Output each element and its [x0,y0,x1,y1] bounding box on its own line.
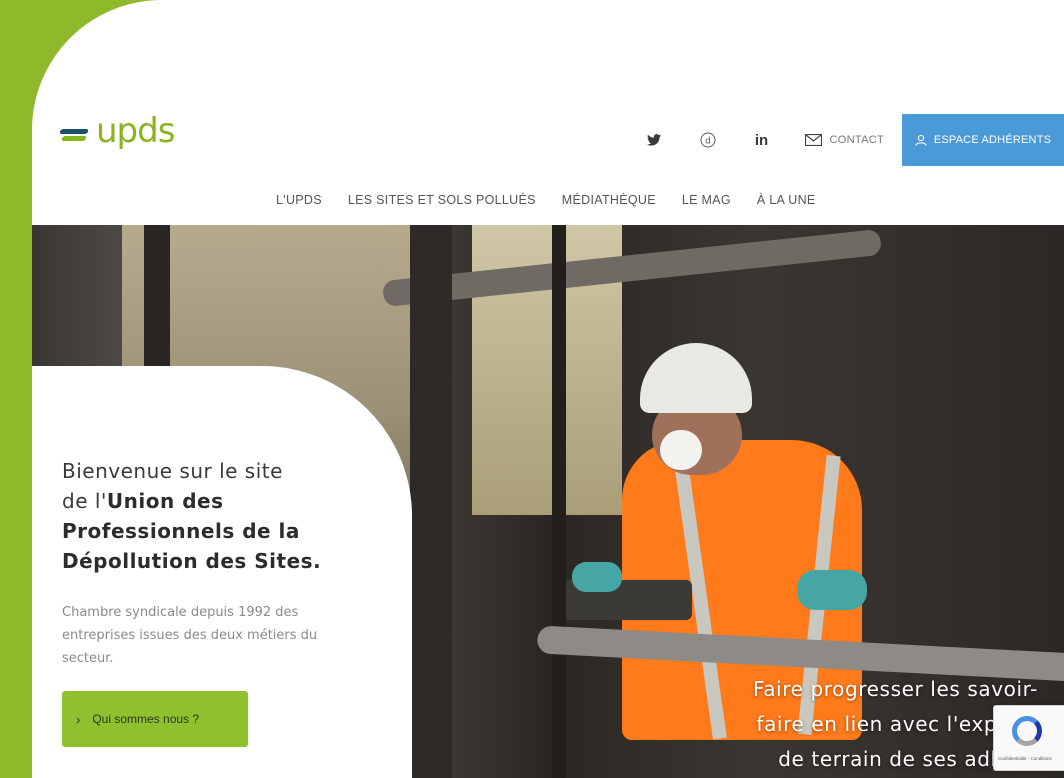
logo-text: upds [96,111,175,151]
envelope-icon [804,134,822,146]
nav-item-sites-sols-pollues[interactable]: LES SITES ET SOLS POLLUÉS [348,193,536,207]
recaptcha-text: Confidentialité - Conditions [998,756,1052,761]
worker-helmet [640,343,752,413]
hero-photo-beam [382,228,882,308]
welcome-bold: Union des [106,489,224,513]
espace-label: ESPACE ADHÉRENTS [933,134,1052,146]
main-nav: L'UPDS LES SITES ET SOLS POLLUÉS MÉDIATH… [276,193,816,207]
worker-glove [797,570,867,610]
nav-item-a-la-une[interactable]: À LA UNE [757,193,816,207]
hero-tagline: Faire progresser les savoir- faire en li… [618,672,1038,777]
dailymotion-icon[interactable]: d [697,129,719,151]
espace-adherents-button[interactable]: ESPACE ADHÉRENTS [902,114,1064,166]
nav-item-mediatheque[interactable]: MÉDIATHÈQUE [562,193,656,207]
welcome-line-bold: Dépollution des Sites. [62,549,322,573]
qui-sommes-nous-button[interactable]: › Qui sommes nous ? [62,691,248,747]
welcome-title: Bienvenue sur le site de l'Union des Pro… [62,456,362,576]
nav-item-le-mag[interactable]: LE MAG [682,193,731,207]
linkedin-icon[interactable]: in [751,129,773,151]
upds-logo[interactable]: upds [59,114,175,148]
welcome-subtitle: Chambre syndicale depuis 1992 des entrep… [62,605,318,666]
welcome-prefix: de l' [62,489,107,513]
tagline-line: Faire progresser les savoir- [752,677,1038,701]
welcome-line: Bienvenue sur le site [62,459,283,483]
welcome-line: de l'Union des [62,486,362,516]
cta-label: Qui sommes nous ? [92,712,200,726]
worker-mask [660,430,702,470]
hero-banner: Bienvenue sur le site de l'Union des Pro… [32,225,1064,778]
svg-text:d: d [705,137,711,147]
twitter-icon[interactable] [643,129,665,151]
nav-item-lupds[interactable]: L'UPDS [276,193,322,207]
worker-glove [572,562,622,592]
tagline-line: faire en lien avec l'expérie [756,712,1038,736]
hero-photo-pillar [410,225,452,778]
contact-link[interactable]: CONTACT [804,134,884,146]
hero-photo-pillar [552,225,566,778]
contact-label: CONTACT [829,134,884,146]
recaptcha-icon [1012,716,1042,746]
logo-mark-icon [59,125,90,143]
tagline-line: de terrain de ses adhére [778,747,1038,771]
user-icon [915,134,927,146]
chevron-right-icon: › [76,711,81,727]
welcome-line-bold: Professionnels de la [62,519,300,543]
page: upds d in CONTACT ESPACE ADHÉRENTS L'UPD… [32,0,1064,778]
top-bar: d in CONTACT ESPACE ADHÉRENTS [643,114,1064,166]
welcome-card: Bienvenue sur le site de l'Union des Pro… [32,366,412,778]
recaptcha-badge[interactable]: Confidentialité - Conditions [993,705,1064,771]
